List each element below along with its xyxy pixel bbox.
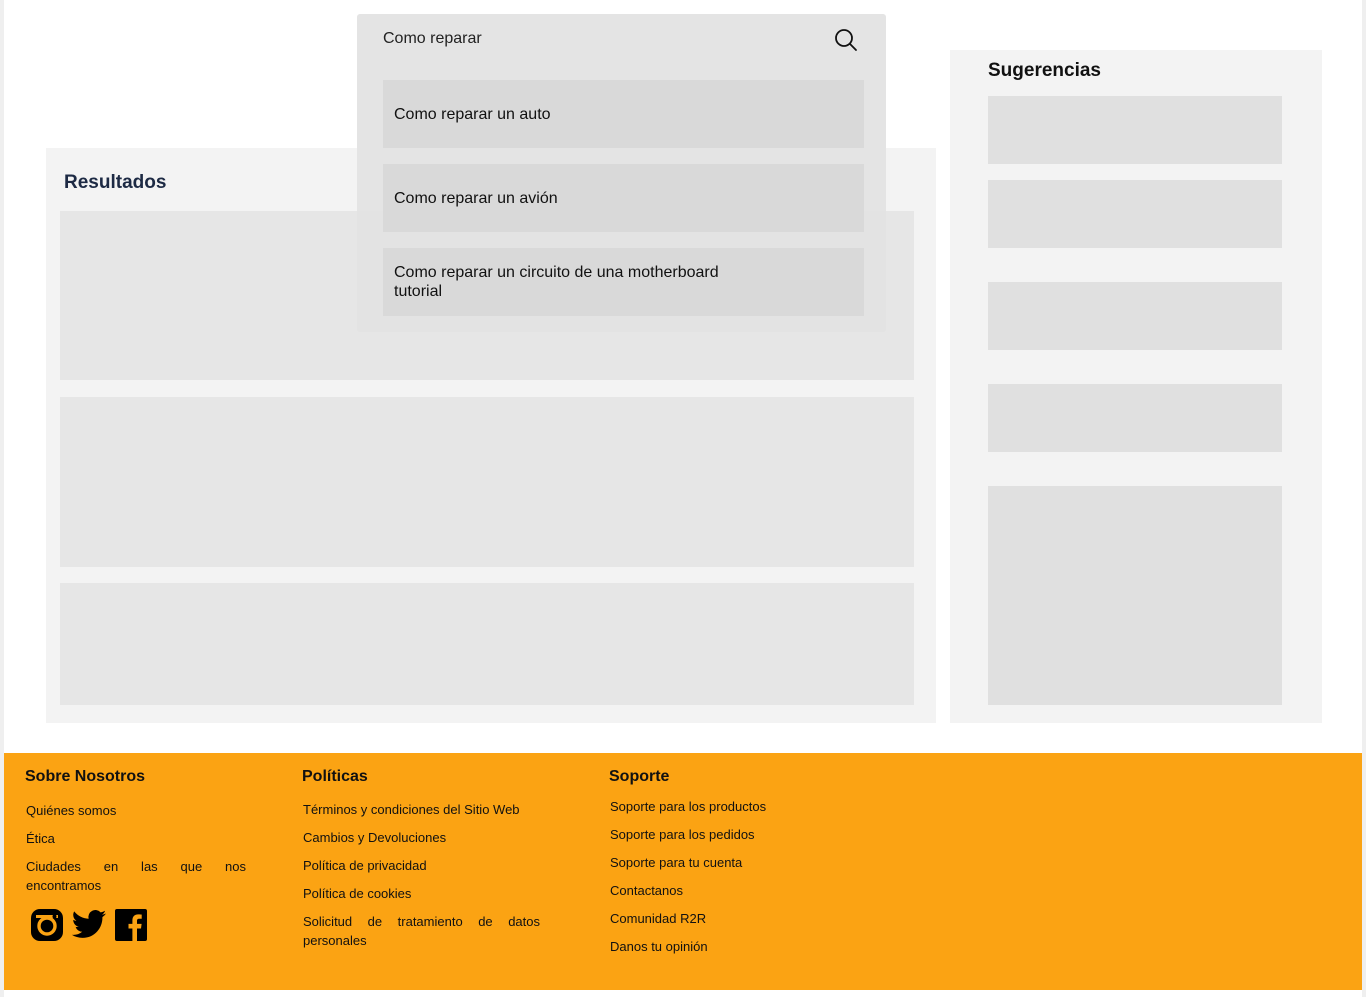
- footer-link-terms[interactable]: Términos y condiciones del Sitio Web: [303, 800, 520, 819]
- footer: Sobre Nosotros Quiénes somos Ética Ciuda…: [4, 753, 1362, 990]
- search-bar: [357, 14, 886, 64]
- search-icon[interactable]: [833, 27, 859, 53]
- footer-link-about-us[interactable]: Quiénes somos: [26, 801, 116, 820]
- instagram-icon[interactable]: [30, 908, 64, 942]
- suggestion-card[interactable]: [988, 180, 1282, 248]
- suggestion-card[interactable]: [988, 486, 1282, 705]
- footer-policies-heading: Políticas: [302, 768, 368, 785]
- social-links: [30, 908, 148, 942]
- twitter-icon[interactable]: [70, 908, 108, 942]
- footer-link-account-support[interactable]: Soporte para tu cuenta: [610, 853, 742, 872]
- suggestion-card[interactable]: [988, 384, 1282, 452]
- search-suggestions-dropdown: Como reparar un auto Como reparar un avi…: [357, 64, 886, 332]
- facebook-icon[interactable]: [114, 908, 148, 942]
- suggestions-panel: Sugerencias: [950, 50, 1322, 723]
- footer-link-product-support[interactable]: Soporte para los productos: [610, 797, 766, 816]
- search-suggestion-item[interactable]: Como reparar un circuito de una motherbo…: [383, 248, 864, 316]
- footer-link-cities[interactable]: Ciudades en las que nos encontramos: [26, 857, 246, 895]
- suggestion-card[interactable]: [988, 96, 1282, 164]
- suggestions-title: Sugerencias: [988, 60, 1101, 81]
- footer-link-returns[interactable]: Cambios y Devoluciones: [303, 828, 446, 847]
- footer-link-ethics[interactable]: Ética: [26, 829, 55, 848]
- search-suggestion-item[interactable]: Como reparar un avión: [383, 164, 864, 232]
- footer-link-order-support[interactable]: Soporte para los pedidos: [610, 825, 755, 844]
- footer-support-heading: Soporte: [609, 768, 670, 785]
- result-card[interactable]: [60, 583, 914, 705]
- footer-link-feedback[interactable]: Danos tu opinión: [610, 937, 708, 956]
- footer-link-data-request[interactable]: Solicitud de tratamiento de datos person…: [303, 912, 540, 950]
- result-card[interactable]: [60, 397, 914, 567]
- footer-link-cookies[interactable]: Política de cookies: [303, 884, 411, 903]
- footer-link-privacy[interactable]: Política de privacidad: [303, 856, 427, 875]
- search-suggestion-item[interactable]: Como reparar un auto: [383, 80, 864, 148]
- footer-about-heading: Sobre Nosotros: [25, 768, 146, 785]
- search-input[interactable]: [383, 14, 823, 64]
- footer-link-community[interactable]: Comunidad R2R: [610, 909, 706, 928]
- suggestion-card[interactable]: [988, 282, 1282, 350]
- footer-link-contact[interactable]: Contactanos: [610, 881, 683, 900]
- results-title: Resultados: [64, 172, 167, 193]
